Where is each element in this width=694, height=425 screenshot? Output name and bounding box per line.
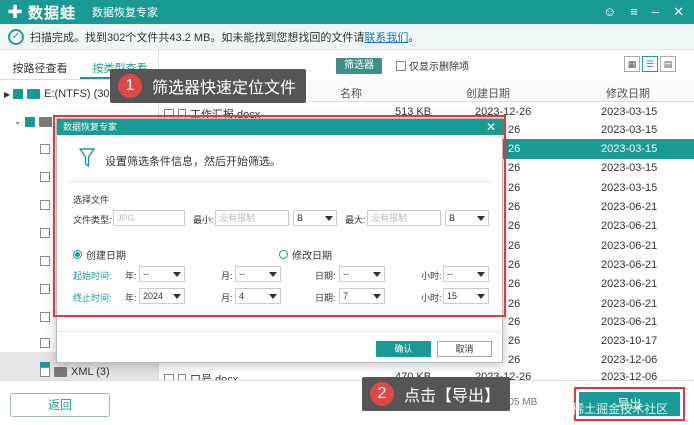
tree-root[interactable]: ▶ E:(NTFS) (302) [4, 88, 119, 100]
file-created: 26 [508, 162, 521, 174]
file-created: 26 [508, 259, 521, 271]
list-view-icon[interactable]: ☰ [642, 56, 658, 72]
show-deleted-toggle[interactable]: 仅显示删除项 [396, 58, 469, 73]
child-checkbox[interactable] [40, 228, 50, 238]
child-checkbox[interactable] [40, 312, 50, 322]
file-modified: 2023-12-06 [601, 354, 658, 366]
grid-view-icon[interactable]: ▦ [624, 56, 640, 72]
child-checkbox[interactable] [40, 200, 50, 210]
back-button[interactable]: 返回 [10, 393, 110, 417]
check-icon: ✓ [8, 28, 24, 45]
file-modified: 2023-06-21 [601, 298, 658, 310]
file-modified: 2023-06-21 [601, 220, 658, 232]
tree-child-8[interactable] [40, 338, 50, 348]
folder-icon [38, 116, 52, 127]
tree-child-6[interactable] [40, 284, 50, 294]
tree-child-4[interactable] [40, 228, 50, 238]
file-created: 26 [508, 316, 521, 328]
tree-child-7[interactable] [40, 312, 50, 322]
xml-checkbox[interactable] [40, 367, 50, 377]
header-name[interactable]: 名称 [340, 85, 362, 101]
show-deleted-checkbox[interactable] [396, 60, 406, 71]
file-created: 26 [508, 335, 521, 347]
title-bar: ✚ 数据蛙 数据恢复专家 ☺ ≡ – ✕ [0, 0, 694, 24]
logo-text: 数据蛙 [28, 4, 77, 22]
tree-xml[interactable]: XML (3) [40, 366, 110, 378]
file-modified: 2023-03-15 [601, 124, 658, 136]
file-created: 26 [508, 220, 521, 232]
xml-label: XML (3) [71, 366, 110, 378]
file-modified: 2023-06-21 [601, 278, 658, 290]
tree-child-1[interactable] [40, 144, 50, 154]
file-modified: 2023-03-15 [601, 106, 658, 118]
minimize-icon[interactable]: – [652, 4, 659, 20]
collapse-arrow-icon[interactable]: ⌄ [14, 116, 22, 127]
dialog-highlight [53, 115, 506, 317]
node-checkbox[interactable] [24, 116, 35, 127]
child-checkbox[interactable] [40, 256, 50, 266]
status-message: 扫描完成。找到302个文件共43.2 MB。如未能找到您想找回的文件请 [30, 31, 365, 44]
callout-number: 1 [118, 74, 142, 98]
file-modified: 2023-03-15 [601, 143, 658, 155]
view-switcher: ▦ ☰ ▤ [624, 56, 676, 72]
callout-number: 2 [370, 382, 394, 406]
child-checkbox[interactable] [40, 144, 50, 154]
header-modified[interactable]: 修改日期 [606, 85, 650, 101]
contact-link[interactable]: 联系我们 [364, 32, 408, 44]
child-checkbox[interactable] [40, 172, 50, 182]
callout-filter: 1 筛选器快速定位文件 [110, 69, 307, 103]
watermark: @稀土掘金技术社区 [560, 402, 669, 416]
file-created: 26 [508, 201, 521, 213]
folder-icon [54, 367, 67, 377]
file-created: 26 [508, 240, 521, 252]
close-icon[interactable]: ✕ [673, 4, 684, 20]
file-created: 26 [508, 354, 521, 366]
tree-node[interactable]: ⌄ [14, 116, 52, 127]
dialog-footer-divider [57, 331, 504, 332]
file-created: 26 [508, 298, 521, 310]
window-title: 数据恢复专家 [92, 7, 159, 19]
show-deleted-label: 仅显示删除项 [409, 62, 469, 73]
status-bar: ✓ 扫描完成。找到302个文件共43.2 MB。如未能找到您想找回的文件请联系我… [0, 24, 694, 50]
file-modified: 2023-06-21 [601, 201, 658, 213]
tree-child-2[interactable] [40, 172, 50, 182]
detail-view-icon[interactable]: ▤ [660, 56, 676, 72]
filter-button[interactable]: 筛选器 [336, 58, 382, 74]
user-icon[interactable]: ☺ [603, 4, 616, 20]
menu-icon[interactable]: ≡ [630, 4, 638, 20]
app-logo: ✚ 数据蛙 [6, 2, 76, 23]
expand-arrow-icon[interactable]: ▶ [4, 90, 10, 99]
confirm-button[interactable]: 确认 [376, 341, 431, 357]
file-modified: 2023-06-21 [601, 240, 658, 252]
root-checkbox[interactable] [13, 89, 24, 99]
child-checkbox[interactable] [40, 338, 50, 348]
file-modified: 2023-03-15 [601, 182, 658, 194]
file-created: 26 [508, 182, 521, 194]
file-created: 26 [508, 143, 521, 155]
root-label: E:(NTFS) (302) [44, 88, 120, 100]
file-created: 26 [508, 124, 521, 136]
logo-icon: ✚ [7, 2, 23, 22]
tree-child-5[interactable] [40, 256, 50, 266]
status-text: 扫描完成。找到302个文件共43.2 MB。如未能找到您想找回的文件请联系我们。 [30, 29, 419, 45]
tab-by-path[interactable]: 按路径查看 [0, 58, 80, 79]
file-modified: 2023-03-15 [601, 162, 658, 174]
status-tail: 。 [408, 31, 420, 44]
child-checkbox[interactable] [40, 284, 50, 294]
callout-export: 2 点击【导出】 [362, 377, 511, 411]
file-modified: 2023-10-17 [601, 335, 658, 347]
callout-text: 点击【导出】 [404, 388, 501, 405]
cancel-button[interactable]: 取消 [437, 341, 492, 357]
file-created: 26 [508, 278, 521, 290]
drive-icon [27, 89, 41, 99]
callout-text: 筛选器快速定位文件 [152, 80, 297, 97]
tree-child-3[interactable] [40, 200, 50, 210]
file-modified: 2023-06-21 [601, 259, 658, 271]
file-modified: 2023-06-21 [601, 316, 658, 328]
header-created[interactable]: 创建日期 [466, 85, 510, 101]
